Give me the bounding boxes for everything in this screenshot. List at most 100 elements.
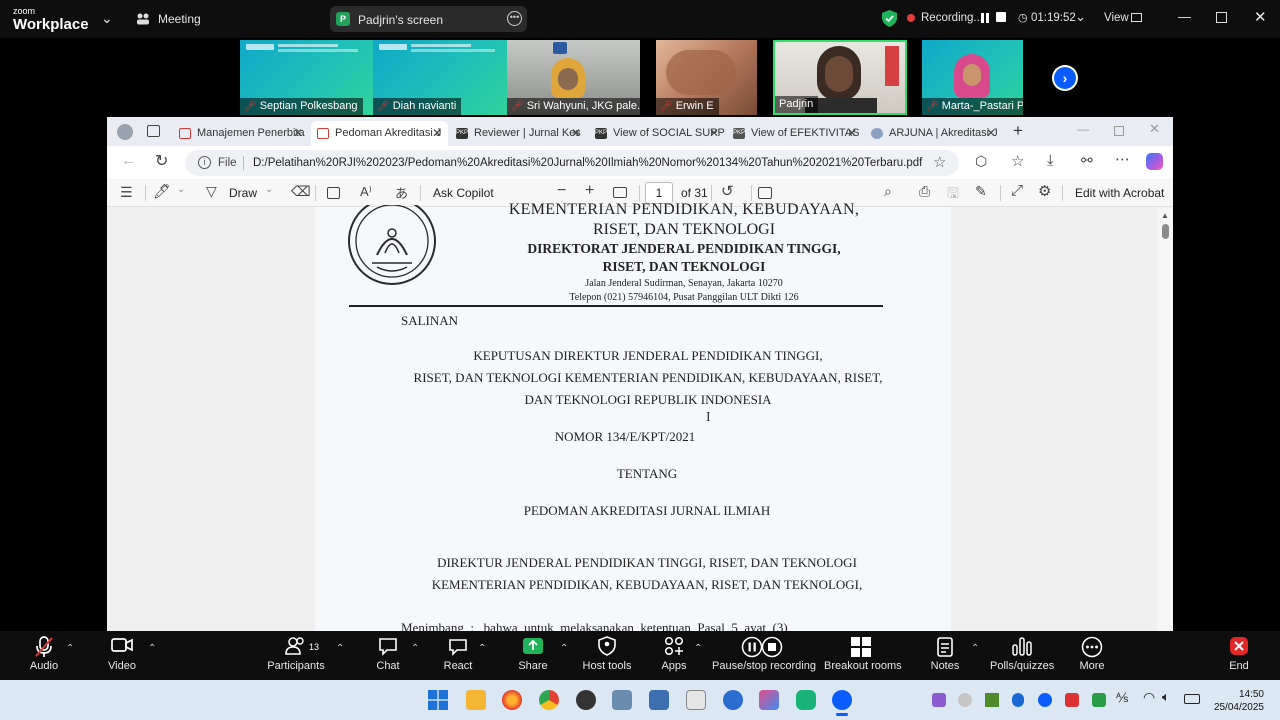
more-options-icon[interactable]: ••• <box>507 11 522 26</box>
stop-recording-icon[interactable] <box>996 12 1006 22</box>
view-grid-icon[interactable] <box>1131 13 1142 22</box>
participant-tile[interactable]: 🎤︎ Septian Polkesbang <box>240 40 373 115</box>
tab-close-icon[interactable]: ✕ <box>847 121 857 146</box>
search-icon[interactable]: ⌕ <box>884 183 892 200</box>
notes-button[interactable]: Notes <box>927 636 963 672</box>
tray-nvidia-icon[interactable] <box>985 693 999 707</box>
page-view-icon[interactable] <box>327 187 340 199</box>
draw-icon[interactable]: ▽ <box>206 183 217 200</box>
end-meeting-button[interactable]: End <box>1222 636 1256 672</box>
tab-actions-icon[interactable] <box>147 125 160 137</box>
pause-recording-icon[interactable] <box>980 12 990 24</box>
share-link-icon[interactable]: ⚯ <box>1081 152 1093 169</box>
browser-tab[interactable]: PKP View of EFEKTIVITAS F ✕ <box>727 121 863 146</box>
tray-app-icon[interactable] <box>1065 693 1079 707</box>
participant-tile[interactable]: 🎤︎ Sri Wahyuni, JKG pale... <box>507 40 640 115</box>
tray-app-icon[interactable] <box>958 693 972 707</box>
eraser-icon[interactable]: ⌫ <box>291 183 311 200</box>
contents-list-icon[interactable]: ☰ <box>120 184 133 201</box>
new-tab-icon[interactable]: + <box>1013 121 1023 141</box>
scroll-up-icon[interactable]: ▲ <box>1161 211 1169 220</box>
participants-options-caret-icon[interactable]: ⌃ <box>336 643 344 654</box>
view-button[interactable]: View <box>1104 12 1129 24</box>
participant-tile[interactable]: 🎤︎ Diah navianti <box>373 40 507 115</box>
tab-close-icon[interactable]: ✕ <box>293 121 303 146</box>
restore-icon[interactable] <box>1216 12 1227 23</box>
timer-chevron-icon[interactable]: ⌄ <box>1075 9 1086 25</box>
favorite-star-icon[interactable]: ☆ <box>933 150 946 176</box>
video-options-caret-icon[interactable]: ⌃ <box>148 643 156 654</box>
share-options-caret-icon[interactable]: ⌃ <box>560 643 568 654</box>
copilot-icon[interactable] <box>1146 153 1163 170</box>
zoom-out-icon[interactable]: − <box>557 182 566 200</box>
screen-share-indicator[interactable]: P Padjrin's screen ••• <box>330 6 527 32</box>
settings-more-icon[interactable]: ⋯ <box>1115 150 1130 168</box>
profile-avatar-icon[interactable] <box>117 124 133 140</box>
language-icon[interactable]: ⅍ <box>1116 690 1128 705</box>
browser-minimize-icon[interactable]: — <box>1077 122 1089 136</box>
print-icon[interactable]: ⎙ <box>919 183 930 200</box>
tab-close-icon[interactable]: ✕ <box>709 121 719 146</box>
ask-copilot-button[interactable]: Ask Copilot <box>433 186 494 200</box>
zoom-app-icon[interactable] <box>832 690 852 710</box>
tray-shield-icon[interactable] <box>1092 693 1106 707</box>
minimize-icon[interactable]: — <box>1178 9 1191 24</box>
file-explorer-icon[interactable] <box>466 690 486 710</box>
chrome-icon[interactable] <box>539 690 559 710</box>
app-window-icon[interactable] <box>612 690 632 710</box>
participant-tile[interactable]: 🎤︎Marta-_Pastari P2M Po... <box>922 40 1023 115</box>
extensions-icon[interactable]: ⬡ <box>975 153 987 170</box>
url-bar[interactable]: i File D:/Pelatihan%20RJI%202023/Pedoman… <box>185 150 959 176</box>
info-icon[interactable]: i <box>198 156 211 169</box>
url-text[interactable]: D:/Pelatihan%20RJI%202023/Pedoman%20Akre… <box>253 150 933 176</box>
back-arrow-icon[interactable]: ← <box>121 152 136 169</box>
next-page-button[interactable]: › <box>1052 65 1078 91</box>
volume-icon[interactable]: 🔈︎ <box>1162 689 1170 705</box>
react-button[interactable]: React <box>440 636 476 672</box>
app-chart-icon[interactable] <box>686 690 706 710</box>
shield-check-icon[interactable] <box>882 10 897 32</box>
chevron-down-icon[interactable]: ⌄ <box>101 10 113 27</box>
tab-close-icon[interactable]: ✕ <box>571 121 581 146</box>
react-options-caret-icon[interactable]: ⌃ <box>478 643 486 654</box>
fit-page-icon[interactable] <box>613 187 627 198</box>
rotate-icon[interactable]: ↺ <box>721 182 734 200</box>
draw-button[interactable]: Draw <box>229 186 257 200</box>
polls-quizzes-button[interactable]: Polls/quizzes <box>990 636 1054 672</box>
browser-restore-icon[interactable] <box>1114 126 1124 136</box>
browser-tab[interactable]: Manajemen Penerbita ✕ <box>173 121 309 146</box>
app-green-icon[interactable] <box>796 690 816 710</box>
close-icon[interactable]: ✕ <box>1254 8 1267 26</box>
app-colorful-icon[interactable] <box>759 690 779 710</box>
chat-options-caret-icon[interactable]: ⌃ <box>411 643 419 654</box>
browser-close-icon[interactable]: ✕ <box>1149 121 1160 137</box>
video-button[interactable]: Video <box>104 636 140 672</box>
participant-tile-active-speaker[interactable]: Padjrin <box>773 40 907 115</box>
tray-app-icon[interactable] <box>932 693 946 707</box>
zoom-in-icon[interactable]: + <box>585 182 594 200</box>
pause-stop-recording-button[interactable]: Pause/stop recording <box>712 636 816 672</box>
browser-tab[interactable]: ARJUNA | Akreditasi J ✕ <box>865 121 1002 146</box>
app-dark-icon[interactable] <box>576 690 596 710</box>
battery-icon[interactable] <box>1184 694 1200 704</box>
translate-icon[interactable]: あ <box>395 183 408 202</box>
share-screen-button[interactable]: Share <box>515 636 551 672</box>
taskbar-clock[interactable]: 14:50 25/04/2025 <box>1208 688 1264 714</box>
wifi-icon[interactable]: ◠ <box>1143 689 1155 706</box>
app-blue-icon[interactable] <box>723 690 743 710</box>
more-button[interactable]: More <box>1074 636 1110 672</box>
apps-button[interactable]: Apps <box>656 636 692 672</box>
bluetooth-icon[interactable] <box>1012 693 1024 707</box>
highlight-chevron-icon[interactable]: ⌄ <box>177 184 185 195</box>
participant-tile[interactable]: 🎤︎ Erwin E <box>656 40 757 115</box>
pdf-settings-icon[interactable]: ⚙ <box>1038 182 1051 200</box>
edit-with-acrobat-button[interactable]: Edit with Acrobat <box>1075 186 1164 200</box>
browser-tab-active[interactable]: Pedoman Akreditasi J ✕ <box>311 121 448 146</box>
save-as-icon[interactable]: ✎ <box>975 183 987 200</box>
two-page-icon[interactable] <box>758 187 772 199</box>
scrollbar-thumb[interactable] <box>1162 224 1169 239</box>
apps-options-caret-icon[interactable]: ⌃ <box>694 643 702 654</box>
vertical-scrollbar[interactable]: ▲ <box>1158 207 1173 631</box>
audio-options-caret-icon[interactable]: ⌃ <box>66 643 74 654</box>
audio-button[interactable]: Audio <box>26 636 62 672</box>
